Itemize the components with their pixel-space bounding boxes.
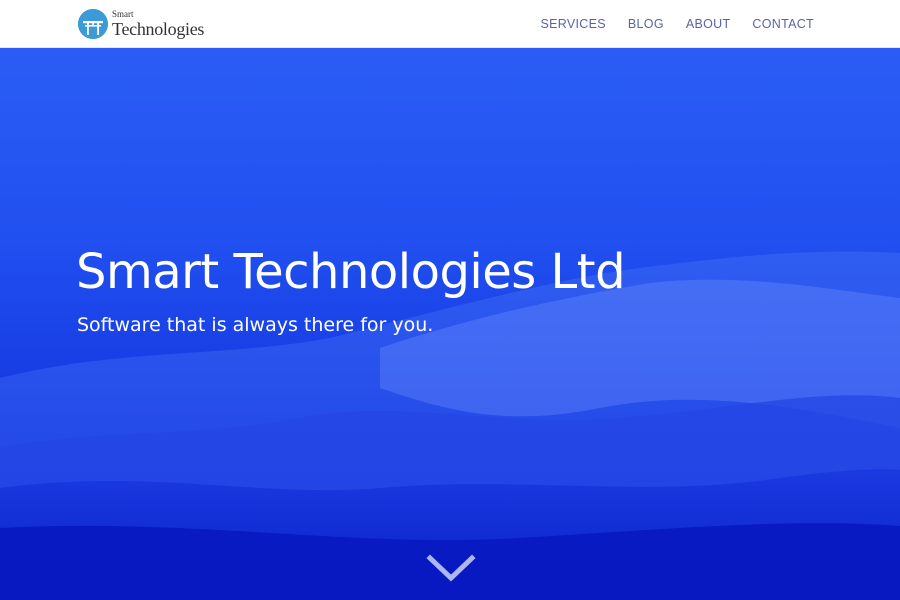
site-header: Smart Technologies SERVICES BLOG ABOUT C…	[0, 0, 900, 48]
logo-link[interactable]: Smart Technologies	[78, 8, 204, 40]
hero-title: Smart Technologies Ltd	[76, 244, 626, 300]
nav-about[interactable]: ABOUT	[686, 17, 731, 31]
hero-section: Smart Technologies Ltd Software that is …	[0, 48, 900, 600]
logo-text: Smart Technologies	[112, 9, 205, 39]
torii-gate-icon	[78, 9, 108, 39]
hero-subtitle: Software that is always there for you.	[77, 314, 434, 336]
nav-services[interactable]: SERVICES	[541, 17, 606, 31]
chevron-down-icon	[426, 554, 476, 582]
scroll-down-button[interactable]	[426, 552, 476, 584]
nav-contact[interactable]: CONTACT	[752, 17, 814, 31]
nav-blog[interactable]: BLOG	[628, 17, 664, 31]
logo-big-text: Technologies	[112, 19, 205, 39]
logo-small-text: Smart	[112, 9, 134, 19]
main-nav: SERVICES BLOG ABOUT CONTACT	[541, 0, 814, 48]
